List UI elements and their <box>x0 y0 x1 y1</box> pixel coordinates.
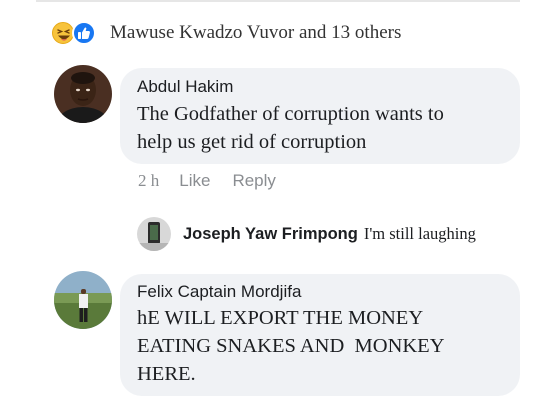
avatar[interactable] <box>54 65 112 123</box>
comment-author[interactable]: Felix Captain Mordjifa <box>137 282 520 302</box>
comment-text-line: HERE. <box>137 363 196 385</box>
reply-row: Joseph Yaw Frimpong I'm still laughing <box>137 217 476 251</box>
comment-timestamp[interactable]: 2 h <box>138 171 159 191</box>
comment-author[interactable]: Abdul Hakim <box>137 77 520 97</box>
reply-text: I'm still laughing <box>363 224 476 243</box>
reply-author[interactable]: Joseph Yaw Frimpong <box>183 225 358 244</box>
like-icon <box>72 21 96 45</box>
top-divider <box>36 0 520 2</box>
like-button[interactable]: Like <box>179 171 210 191</box>
comment-actions: 2 h Like Reply <box>138 171 276 191</box>
haha-icon <box>52 22 74 44</box>
avatar[interactable] <box>54 271 112 329</box>
reaction-icons <box>52 20 100 46</box>
reactions-summary-text[interactable]: Mawuse Kwadzo Vuvor and 13 others <box>110 22 401 44</box>
avatar[interactable] <box>137 217 171 251</box>
reply-button[interactable]: Reply <box>232 171 275 191</box>
comment-bubble: Abdul Hakim The Godfather of corruption … <box>120 68 520 164</box>
comment-text-line: The Godfather of corruption wants to <box>137 103 444 125</box>
comment-text-line: help us get rid of corruption <box>137 131 367 153</box>
comment-text-line: EATING SNAKES AND MONKEY <box>137 335 445 357</box>
reactions-summary[interactable]: Mawuse Kwadzo Vuvor and 13 others <box>52 20 401 46</box>
comment-bubble: Felix Captain Mordjifa hE WILL EXPORT TH… <box>120 274 520 396</box>
comment-text-line: hE WILL EXPORT THE MONEY <box>137 307 424 329</box>
